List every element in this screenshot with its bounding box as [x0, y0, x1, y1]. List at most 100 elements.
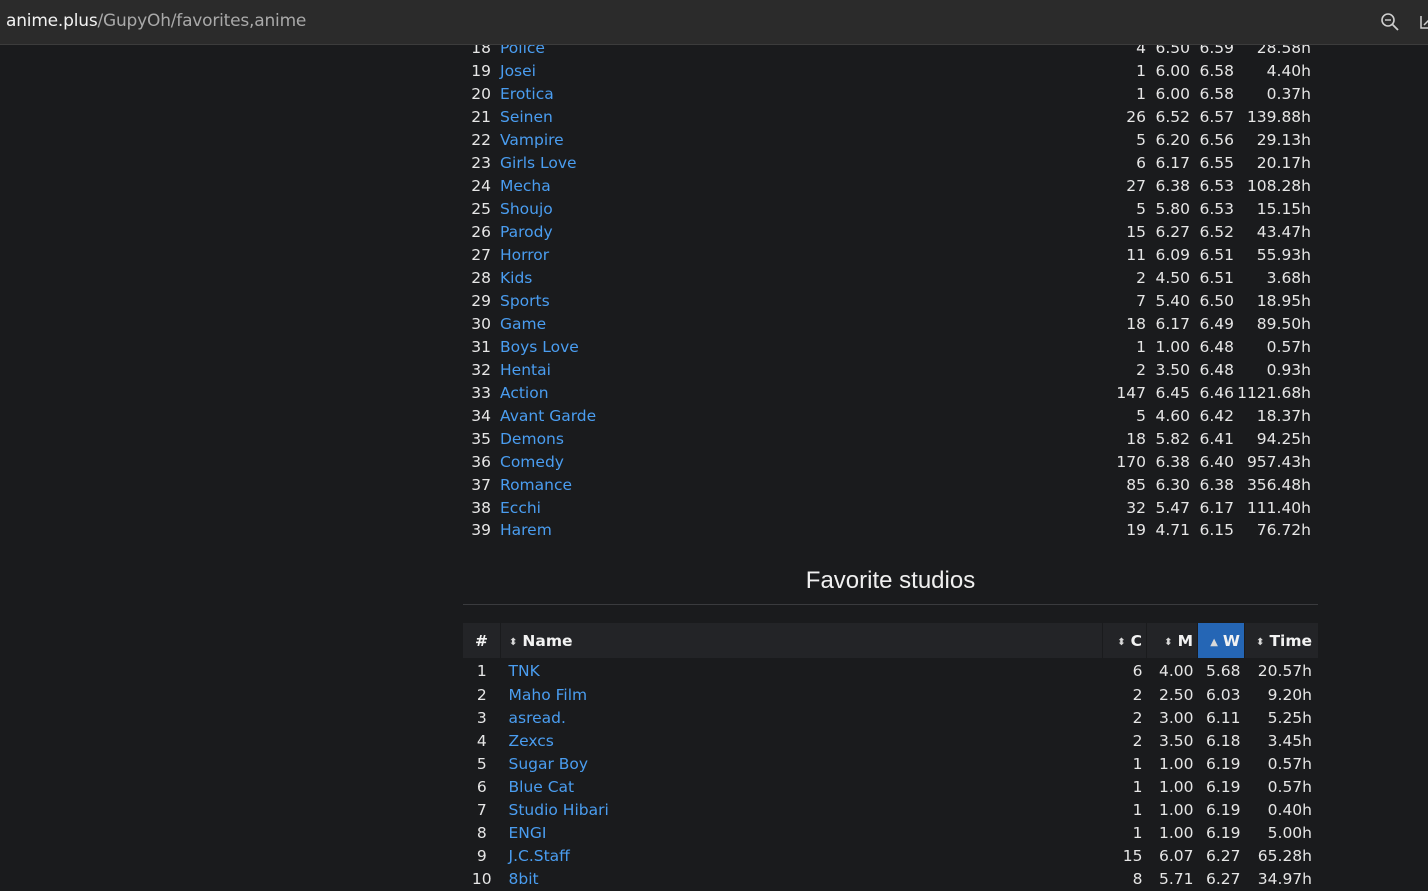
mean-cell: 1.00 — [1158, 778, 1194, 796]
weighted-cell: 6.48 — [1199, 360, 1234, 379]
rank-cell: 3 — [476, 709, 487, 728]
name-link[interactable]: Josei — [500, 62, 536, 80]
name-link[interactable]: Erotica — [500, 85, 554, 103]
rank-cell: 25 — [471, 200, 491, 219]
table-row: 10 8bit 8 5.71 6.27 34.97h — [463, 867, 1318, 890]
name-link[interactable]: Sports — [500, 292, 550, 310]
time-cell: 43.47h — [1256, 223, 1311, 242]
name-link[interactable]: Parody — [500, 223, 553, 241]
table-row: 24 Mecha 27 6.38 6.53 108.28h — [463, 175, 1315, 198]
name-link[interactable]: ENGI — [509, 824, 547, 842]
table-row: 34 Avant Garde 5 4.60 6.42 18.37h — [463, 404, 1315, 427]
rank-cell: 28 — [471, 269, 491, 287]
table-row: 23 Girls Love 6 6.17 6.55 20.17h — [463, 152, 1315, 175]
name-link[interactable]: Horror — [500, 246, 549, 264]
column-header-weighted[interactable]: ▲ W — [1197, 623, 1245, 658]
name-link[interactable]: Ecchi — [500, 499, 541, 517]
name-link[interactable]: Mecha — [500, 177, 551, 195]
count-cell: 19 — [1126, 521, 1146, 540]
name-link[interactable]: Hentai — [500, 361, 551, 379]
time-cell: 29.13h — [1256, 131, 1311, 150]
mean-cell: 5.82 — [1155, 429, 1190, 448]
time-cell: 0.40h — [1267, 800, 1312, 819]
name-link[interactable]: Avant Garde — [500, 407, 596, 425]
time-cell: 108.28h — [1246, 177, 1311, 196]
time-cell: 957.43h — [1246, 452, 1311, 471]
name-link[interactable]: Sugar Boy — [509, 755, 589, 773]
rank-cell: 31 — [471, 337, 491, 356]
name-link[interactable]: Police — [500, 45, 545, 57]
table-row: 21 Seinen 26 6.52 6.57 139.88h — [463, 106, 1315, 129]
name-cell: Vampire — [491, 129, 1110, 152]
mean-cell: 4.71 — [1155, 521, 1190, 540]
name-link[interactable]: Shoujo — [500, 200, 553, 218]
name-link[interactable]: Comedy — [500, 453, 564, 471]
sort-icon: ⬍ — [1117, 636, 1126, 648]
weighted-cell: 6.27 — [1205, 846, 1241, 865]
name-link[interactable]: asread. — [509, 709, 566, 727]
name-link[interactable]: Blue Cat — [509, 778, 575, 796]
zoom-icon[interactable] — [1380, 12, 1400, 32]
weighted-cell: 6.49 — [1199, 314, 1234, 333]
mean-cell: 6.38 — [1155, 177, 1190, 196]
name-link[interactable]: Demons — [500, 430, 564, 448]
name-link[interactable]: Seinen — [500, 108, 553, 126]
weighted-cell: 6.15 — [1199, 521, 1234, 540]
name-cell: Erotica — [491, 83, 1110, 106]
name-link[interactable]: Studio Hibari — [509, 801, 609, 819]
name-link[interactable]: Game — [500, 315, 546, 333]
table-row: 28 Kids 2 4.50 6.51 3.68h — [463, 267, 1315, 290]
mean-cell: 5.40 — [1155, 291, 1190, 310]
weighted-cell: 6.58 — [1199, 85, 1234, 104]
time-cell: 20.57h — [1257, 662, 1312, 680]
rank-cell: 5 — [476, 755, 487, 774]
column-header-count[interactable]: ⬍ C — [1102, 623, 1147, 658]
mean-cell: 5.80 — [1155, 200, 1190, 219]
rank-cell: 34 — [471, 406, 491, 425]
name-link[interactable]: Girls Love — [500, 154, 577, 172]
count-cell: 2 — [1132, 709, 1143, 728]
name-link[interactable]: Boys Love — [500, 338, 579, 356]
divider — [463, 604, 1318, 605]
mean-cell: 3.50 — [1158, 732, 1194, 751]
name-link[interactable]: TNK — [509, 662, 540, 680]
table-row: 37 Romance 85 6.30 6.38 356.48h — [463, 473, 1315, 496]
name-link[interactable]: J.C.Staff — [509, 847, 570, 865]
rank-cell: 26 — [471, 223, 491, 242]
column-header-time[interactable]: ⬍ Time — [1245, 623, 1319, 658]
name-link[interactable]: Maho Film — [509, 686, 588, 704]
sort-icon: ⬍ — [1256, 636, 1265, 648]
count-cell: 18 — [1126, 314, 1146, 333]
mean-cell: 6.17 — [1155, 154, 1190, 173]
name-cell: Girls Love — [491, 152, 1110, 175]
weighted-cell: 6.27 — [1205, 869, 1241, 888]
name-link[interactable]: 8bit — [509, 870, 539, 888]
column-label: M — [1177, 631, 1193, 650]
count-cell: 15 — [1126, 223, 1146, 242]
column-header-rank: # — [463, 623, 501, 658]
name-link[interactable]: Action — [500, 384, 549, 402]
extension-icon[interactable] — [1419, 13, 1428, 31]
address-bar[interactable]: anime.plus/GupyOh/favorites,anime — [0, 0, 1428, 45]
sort-icon: ⬍ — [1164, 636, 1173, 648]
name-link[interactable]: Zexcs — [509, 732, 554, 750]
column-header-name[interactable]: ⬍ Name — [500, 623, 1103, 658]
time-cell: 18.37h — [1256, 406, 1311, 425]
count-cell: 1 — [1136, 85, 1146, 104]
genre-table: 18 Police 4 6.50 6.59 28.58h 19 Josei 1 6.00 6.58 4… — [463, 45, 1315, 542]
time-cell: 3.45h — [1267, 732, 1312, 751]
name-cell: Harem — [491, 519, 1110, 542]
column-header-mean[interactable]: ⬍ M — [1146, 623, 1198, 658]
url-path: /GupyOh/favorites,anime — [97, 11, 307, 31]
name-cell: J.C.Staff — [501, 844, 1103, 867]
name-link[interactable]: Romance — [500, 476, 572, 494]
mean-cell: 4.50 — [1155, 269, 1190, 287]
rank-cell: 2 — [476, 686, 487, 705]
name-link[interactable]: Kids — [500, 269, 532, 287]
name-link[interactable]: Vampire — [500, 131, 564, 149]
count-cell: 27 — [1126, 177, 1146, 196]
count-cell: 2 — [1136, 360, 1146, 379]
url-text[interactable]: anime.plus/GupyOh/favorites,anime — [6, 11, 306, 31]
sort-icon: ⬍ — [509, 636, 518, 648]
name-link[interactable]: Harem — [500, 521, 552, 539]
